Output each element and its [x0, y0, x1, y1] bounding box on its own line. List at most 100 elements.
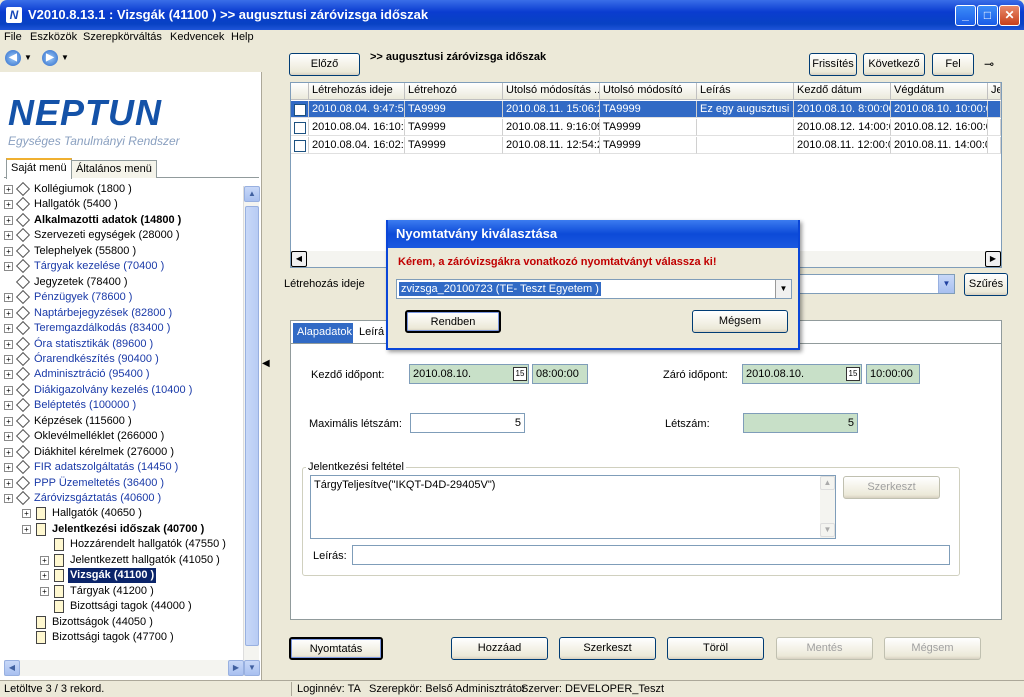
close-button[interactable]: ✕	[999, 5, 1020, 26]
print-button[interactable]: Nyomtatás	[289, 637, 383, 660]
condition-scrollbar[interactable]: ▲ ▼	[820, 476, 835, 538]
minimize-button[interactable]: _	[955, 5, 976, 26]
tree-vertical-scrollbar[interactable]: ▲ ▼	[243, 186, 260, 676]
table-cell: 2010.08.11. 14:00:0	[891, 137, 988, 154]
menu-favorites[interactable]: Kedvencek	[170, 31, 224, 43]
expand-icon[interactable]: +	[4, 246, 13, 256]
expand-icon[interactable]: +	[22, 524, 31, 534]
title-bar[interactable]: N V2010.8.13.1 : Vizsgák (41100 ) >> aug…	[0, 0, 1024, 30]
expand-icon[interactable]: +	[40, 571, 49, 581]
expand-icon[interactable]: +	[4, 494, 13, 503]
grid-header[interactable]: Létrehozó	[405, 83, 503, 100]
max-count-field[interactable]: 5	[410, 413, 525, 433]
chevron-down-icon[interactable]: ▼	[938, 275, 954, 293]
expand-icon[interactable]: +	[40, 555, 49, 565]
grid-scroll-right-icon[interactable]: ▶	[985, 251, 1001, 267]
tree-item-label: Hallgatók (5400 )	[34, 198, 118, 211]
forward-dropdown-icon[interactable]: ▼	[61, 53, 69, 62]
grid-header[interactable]: Utolsó módosítás ...	[503, 83, 600, 100]
end-date-field[interactable]: 2010.08.10.	[742, 364, 862, 384]
folder-icon	[15, 243, 31, 258]
expand-icon[interactable]: +	[4, 416, 13, 426]
menu-tools[interactable]: Eszközök	[30, 31, 77, 43]
tab-own-menu[interactable]: Saját menü	[6, 158, 72, 179]
dialog-cancel-button[interactable]: Mégsem	[692, 310, 788, 333]
scroll-up-icon[interactable]: ▲	[244, 186, 260, 202]
next-button[interactable]: Következő	[863, 53, 925, 76]
tab-general-menu[interactable]: Általános menü	[71, 160, 157, 178]
menu-role-switch[interactable]: Szerepkörváltás	[83, 31, 162, 43]
prev-button[interactable]: Előző	[289, 53, 360, 76]
menu-file[interactable]: File	[4, 31, 22, 43]
scroll-right-icon[interactable]: ▶	[228, 660, 244, 676]
grid-header[interactable]: Végdátum	[891, 83, 988, 100]
calendar-icon[interactable]: 15	[846, 367, 860, 381]
condition-textarea[interactable]: TárgyTeljesítve("IKQT-D4D-29405V")	[310, 475, 836, 539]
expand-icon[interactable]: +	[4, 463, 13, 473]
expand-icon[interactable]: +	[4, 370, 13, 380]
page-icon	[36, 507, 46, 521]
panel-splitter[interactable]: ◀	[262, 46, 274, 680]
expand-icon[interactable]: +	[4, 262, 13, 272]
back-dropdown-icon[interactable]: ▼	[24, 53, 32, 62]
up-button[interactable]: Fel	[932, 53, 974, 76]
form-select[interactable]: zvizsga_20100723 (TE- Teszt Egyetem ) ▼	[396, 279, 792, 299]
collapse-left-icon[interactable]: ◀	[262, 351, 272, 377]
forward-icon[interactable]: ▶	[42, 50, 58, 66]
expand-icon[interactable]: +	[4, 339, 13, 349]
refresh-button[interactable]: Frissítés	[809, 53, 857, 76]
expand-icon[interactable]: +	[4, 324, 13, 334]
grid-header[interactable]: Utolsó módosító	[600, 83, 697, 100]
add-button[interactable]: Hozzáad	[451, 637, 548, 660]
expand-icon[interactable]: +	[40, 586, 49, 596]
condition-edit-button[interactable]: Szerkeszt	[843, 476, 940, 499]
dialog-title[interactable]: Nyomtatvány kiválasztása	[388, 220, 798, 248]
expand-icon[interactable]: +	[4, 385, 13, 395]
calendar-icon[interactable]: 15	[513, 367, 527, 381]
chevron-down-icon[interactable]: ▼	[775, 280, 791, 298]
menu-help[interactable]: Help	[231, 31, 254, 43]
end-time-field[interactable]: 10:00:00	[866, 364, 920, 384]
cancel-button[interactable]: Mégsem	[884, 637, 981, 660]
scroll-left-icon[interactable]: ◀	[4, 660, 20, 676]
tab-description[interactable]: Leírá	[359, 326, 384, 338]
expand-icon[interactable]: +	[4, 185, 13, 194]
expand-icon[interactable]: +	[4, 478, 13, 488]
grid-scroll-left-icon[interactable]: ◀	[291, 251, 307, 267]
row-checkbox[interactable]	[294, 104, 306, 116]
grid-header[interactable]: Létrehozás ideje	[309, 83, 405, 100]
description-field[interactable]	[352, 545, 950, 565]
start-time-field[interactable]: 08:00:00	[532, 364, 588, 384]
scroll-up-icon[interactable]: ▲	[820, 476, 835, 490]
expand-icon[interactable]: +	[4, 354, 13, 364]
expand-icon[interactable]: +	[4, 293, 13, 303]
delete-button[interactable]: Töröl	[667, 637, 764, 660]
expand-icon[interactable]: +	[4, 215, 13, 225]
row-checkbox[interactable]	[294, 122, 306, 134]
scroll-down-icon[interactable]: ▼	[244, 660, 260, 676]
grid-header[interactable]: Leírás	[697, 83, 794, 100]
scroll-thumb[interactable]	[245, 206, 259, 646]
filter-combo[interactable]: ▼	[790, 274, 955, 294]
grid-header[interactable]: Kezdő dátum	[794, 83, 891, 100]
edit-button[interactable]: Szerkeszt	[559, 637, 656, 660]
tab-basic-data[interactable]: Alapadatok	[293, 323, 353, 343]
pin-icon[interactable]: ⊸	[984, 57, 994, 71]
expand-icon[interactable]: +	[4, 447, 13, 457]
expand-icon[interactable]: +	[4, 308, 13, 318]
maximize-button[interactable]: □	[977, 5, 998, 26]
save-button[interactable]: Mentés	[776, 637, 873, 660]
back-icon[interactable]: ◀	[5, 50, 21, 66]
row-checkbox[interactable]	[294, 140, 306, 152]
scroll-down-icon[interactable]: ▼	[820, 523, 835, 537]
expand-icon[interactable]: +	[4, 200, 13, 210]
start-date-field[interactable]: 2010.08.10.	[409, 364, 529, 384]
expand-icon[interactable]: +	[4, 231, 13, 241]
filter-button[interactable]: Szűrés	[964, 273, 1008, 296]
grid-header[interactable]: Je	[988, 83, 1001, 100]
ok-button[interactable]: Rendben	[405, 310, 501, 333]
expand-icon[interactable]: +	[4, 432, 13, 442]
expand-icon[interactable]: +	[22, 509, 31, 519]
expand-icon[interactable]: +	[4, 401, 13, 411]
tree-horizontal-scrollbar[interactable]: ◀ ▶	[4, 660, 244, 676]
